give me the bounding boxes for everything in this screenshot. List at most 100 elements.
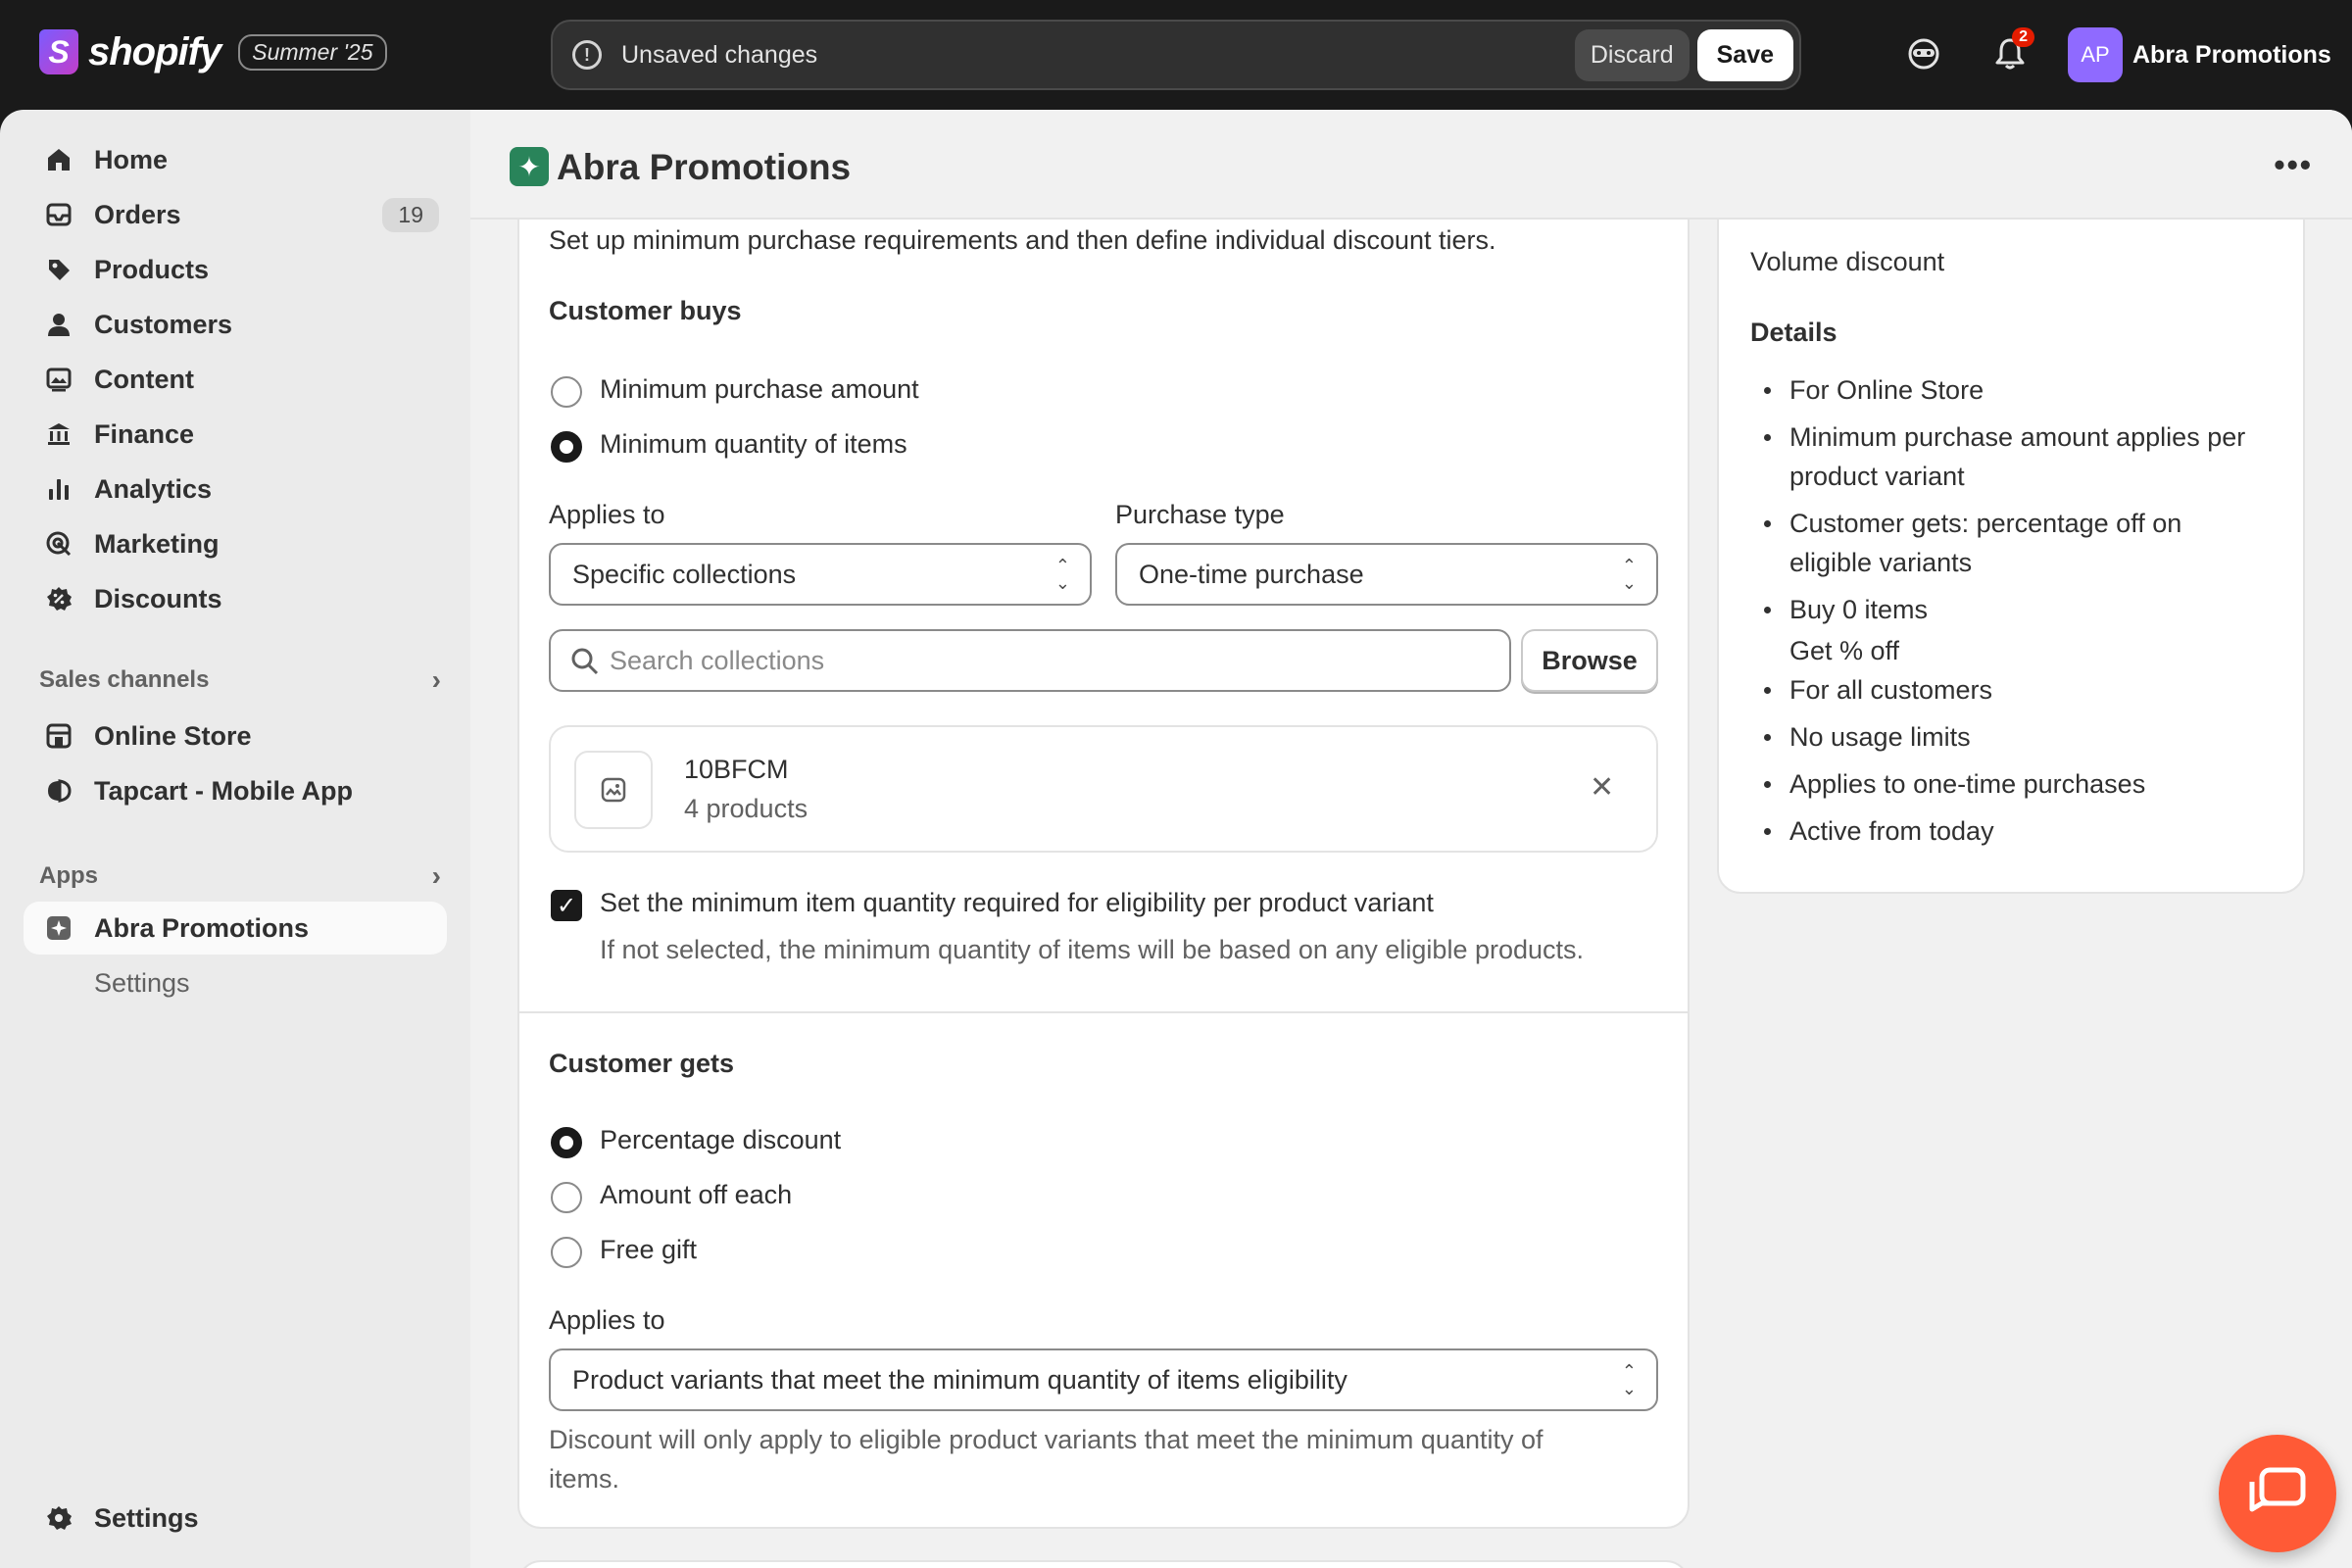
sidebar-item-discounts[interactable]: Discounts — [24, 572, 447, 625]
edition-badge[interactable]: Summer '25 — [238, 33, 387, 71]
page-header: ✦ Abra Promotions ••• — [470, 110, 2352, 220]
chat-support-button[interactable] — [2219, 1435, 2336, 1552]
sidebar-item-tapcart[interactable]: Tapcart - Mobile App — [24, 764, 447, 817]
sidebar-item-settings[interactable]: Settings — [24, 1492, 447, 1544]
abra-app-icon: ✦ — [510, 147, 549, 186]
sidekick-icon[interactable] — [1905, 35, 1942, 73]
checkbox-label: Set the minimum item quantity required f… — [600, 888, 1434, 917]
variant-eligibility-checkbox[interactable]: ✓ — [551, 890, 582, 921]
search-collections-input[interactable]: Search collections — [549, 629, 1511, 692]
radio-amount-off-each[interactable] — [551, 1182, 582, 1213]
top-bar: S shopify Summer '25 ! Unsaved changes D… — [0, 0, 2352, 110]
section-title: Sales channels — [39, 666, 210, 693]
radio-minimum-purchase-amount[interactable] — [551, 376, 582, 408]
radio-free-gift[interactable] — [551, 1237, 582, 1268]
store-name: Abra Promotions — [2132, 40, 2331, 69]
sidebar-item-home[interactable]: Home — [24, 133, 447, 186]
sidebar-item-marketing[interactable]: Marketing — [24, 517, 447, 570]
details-item: Applies to one-time purchases — [1750, 764, 2245, 804]
sidebar-item-label: Finance — [94, 418, 195, 449]
alert-circle-icon: ! — [572, 40, 602, 70]
avatar: AP — [2068, 27, 2123, 82]
details-item-continued: eligible variants — [1789, 548, 1973, 577]
sidebar-item-label: Home — [94, 144, 169, 174]
sidebar-item-label: Content — [94, 364, 194, 394]
sidebar-nav: Home Orders 19 Products Customers Conten… — [0, 110, 470, 1568]
home-icon — [43, 144, 74, 175]
selected-collection-row: 10BFCM 4 products ✕ — [549, 725, 1658, 853]
select-value: One-time purchase — [1139, 559, 1364, 589]
sidebar-item-label: Marketing — [94, 528, 220, 559]
search-icon — [570, 647, 600, 683]
save-button[interactable]: Save — [1696, 28, 1793, 81]
bar-chart-icon — [43, 473, 74, 505]
account-menu[interactable]: AP Abra Promotions — [2068, 27, 2331, 82]
abra-app-icon — [43, 912, 74, 944]
more-actions-icon[interactable]: ••• — [2274, 147, 2313, 183]
details-item: For Online Store — [1750, 370, 2245, 410]
radio-percentage-discount[interactable] — [551, 1127, 582, 1158]
page-title: Abra Promotions — [557, 147, 852, 187]
chevron-right-icon: › — [431, 664, 441, 695]
notification-count-badge: 2 — [2012, 27, 2034, 47]
close-icon[interactable]: ✕ — [1590, 770, 1614, 805]
sidebar-item-analytics[interactable]: Analytics — [24, 463, 447, 515]
sidebar-item-customers[interactable]: Customers — [24, 298, 447, 351]
details-item: Minimum purchase amount applies per — [1750, 417, 2245, 457]
gets-applies-to-select[interactable]: Product variants that meet the minimum q… — [549, 1348, 1658, 1411]
sidebar-item-label: Customers — [94, 309, 233, 339]
radio-label: Percentage discount — [600, 1125, 842, 1154]
select-chevron-icon: ⌃ ⌄ — [1621, 1361, 1637, 1398]
customer-gets-heading: Customer gets — [549, 1049, 735, 1078]
sidebar-item-content[interactable]: Content — [24, 353, 447, 406]
sidebar-item-label: Products — [94, 254, 210, 284]
sidebar-item-label: Tapcart - Mobile App — [94, 775, 354, 806]
browse-button[interactable]: Browse — [1521, 629, 1658, 692]
content-icon — [43, 364, 74, 395]
chevron-right-icon: › — [431, 860, 441, 891]
section-title: Apps — [39, 862, 98, 889]
checkbox-help-text: If not selected, the minimum quantity of… — [600, 935, 1585, 964]
details-item: Buy 0 items — [1750, 590, 2245, 629]
sidebar-item-finance[interactable]: Finance — [24, 408, 447, 461]
applies-to-select[interactable]: Specific collections ⌃ ⌄ — [549, 543, 1092, 606]
main-content: ✦ Abra Promotions ••• Set up minimum pur… — [470, 110, 2352, 1568]
sidebar-item-abra-promotions[interactable]: Abra Promotions — [24, 902, 447, 955]
store-icon — [43, 720, 74, 752]
notifications-bell-icon[interactable]: 2 — [1991, 27, 2034, 73]
select-value: Specific collections — [572, 559, 797, 589]
sidebar-item-label: Orders — [94, 199, 181, 229]
summary-discount-type: Volume discount — [1750, 247, 1945, 276]
radio-label: Minimum purchase amount — [600, 374, 919, 404]
discard-button[interactable]: Discard — [1574, 28, 1690, 81]
details-item: For all customers — [1750, 670, 2245, 710]
sidebar-item-orders[interactable]: Orders 19 — [24, 188, 447, 241]
orders-count-badge: 19 — [382, 197, 439, 232]
sidebar-item-label: Abra Promotions — [94, 912, 310, 943]
sales-channels-heading[interactable]: Sales channels › — [39, 664, 441, 696]
sidebar-item-app-settings[interactable]: Settings — [24, 956, 447, 1009]
tag-icon — [43, 254, 74, 285]
purchase-type-select[interactable]: One-time purchase ⌃ ⌄ — [1115, 543, 1658, 606]
radio-minimum-quantity-items[interactable] — [551, 431, 582, 463]
shopify-logo[interactable]: S shopify Summer '25 — [39, 29, 387, 74]
orders-icon — [43, 199, 74, 230]
section-divider — [519, 1011, 1688, 1013]
summary-card: Volume discount Details For Online Store… — [1717, 169, 2305, 894]
sidebar-item-label: Settings — [94, 1502, 199, 1533]
details-item: Active from today — [1750, 811, 2245, 851]
purchase-type-label: Purchase type — [1115, 500, 1285, 529]
details-heading: Details — [1750, 318, 1838, 347]
sidebar-item-online-store[interactable]: Online Store — [24, 710, 447, 762]
sidebar-item-products[interactable]: Products — [24, 243, 447, 296]
tapcart-icon — [43, 775, 74, 807]
apps-heading[interactable]: Apps › — [39, 860, 441, 892]
details-item: Customer gets: percentage off on — [1750, 504, 2245, 543]
details-item-continued: Get % off — [1789, 636, 1900, 665]
select-chevron-icon: ⌃ ⌄ — [1621, 556, 1637, 593]
sidebar-item-label: Discounts — [94, 583, 222, 613]
customer-buys-heading: Customer buys — [549, 296, 742, 325]
brand-wordmark: shopify — [88, 29, 221, 74]
target-icon — [43, 528, 74, 560]
sidebar-item-label: Settings — [94, 967, 190, 998]
